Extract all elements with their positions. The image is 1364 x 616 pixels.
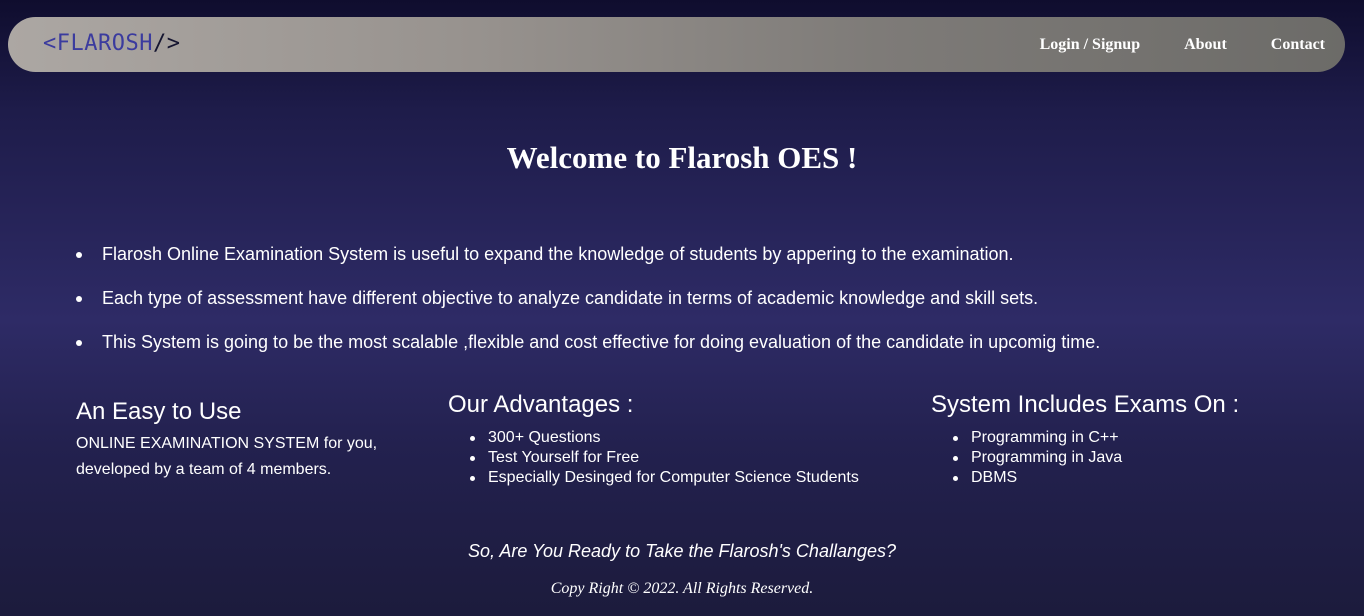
nav-about-link[interactable]: About [1184,36,1227,54]
intro-list-item: Each type of assessment have different o… [76,286,1316,330]
advantages-list-item: Test Yourself for Free [470,448,908,468]
exams-list: Programming in C++ Programming in Java D… [931,428,1331,488]
exams-heading: System Includes Exams On : [931,391,1240,418]
easy-to-use-section: An Easy to Use ONLINE EXAMINATION SYSTEM… [76,398,416,483]
logo-open-bracket: < [43,31,57,56]
advantages-list-item: 300+ Questions [470,428,908,448]
intro-list-item: This System is going to be the most scal… [76,330,1316,374]
page-title: Welcome to Flarosh OES ! [506,140,858,175]
advantages-section: Our Advantages : 300+ Questions Test You… [448,391,908,488]
logo-name: FLAROSH [56,31,153,56]
easy-to-use-heading: An Easy to Use [76,398,242,425]
exams-list-item: Programming in Java [953,448,1331,468]
navbar: <FLAROSH/> Login / Signup About Contact [8,17,1345,72]
intro-list: Flarosh Online Examination System is use… [76,242,1316,374]
logo[interactable]: <FLAROSH/> [43,30,180,58]
intro-list-item: Flarosh Online Examination System is use… [76,242,1316,286]
exams-list-item: DBMS [953,468,1331,488]
nav-contact-link[interactable]: Contact [1271,36,1325,54]
exams-list-item: Programming in C++ [953,428,1331,448]
advantages-heading: Our Advantages : [448,391,634,418]
logo-close-bracket: /> [152,31,181,56]
nav-login-signup-link[interactable]: Login / Signup [1040,36,1141,54]
exams-section: System Includes Exams On : Programming i… [931,391,1331,488]
challenge-text: So, Are You Ready to Take the Flarosh's … [467,541,897,561]
advantages-list-item: Especially Desinged for Computer Science… [470,468,908,488]
easy-to-use-text: ONLINE EXAMINATION SYSTEM for you, devel… [76,435,378,478]
nav-links: Login / Signup About Contact [1040,17,1325,72]
advantages-list: 300+ Questions Test Yourself for Free Es… [448,428,908,488]
copyright-text: Copy Right © 2022. All Rights Reserved. [550,580,814,597]
